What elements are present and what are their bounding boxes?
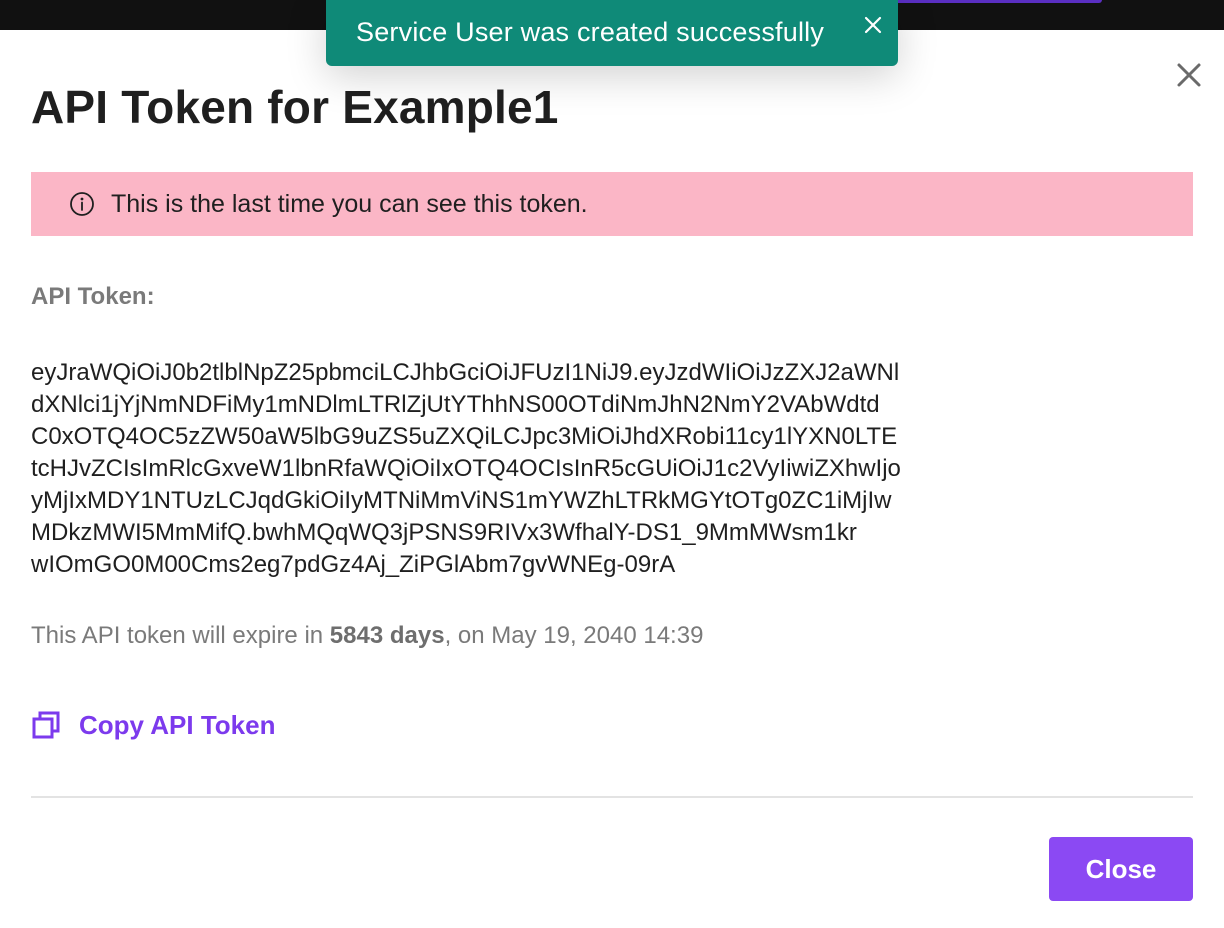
toast-message: Service User was created successfully — [356, 17, 825, 47]
modal-close-icon[interactable] — [1172, 58, 1206, 92]
expiry-text: This API token will expire in 5843 days,… — [31, 622, 703, 650]
token-line: MDkzMWI5MmMifQ.bwhMQqWQ3jPSNS9RIVx3Wfhal… — [31, 519, 857, 546]
token-line: tcHJvZCIsImRlcGxveW1lbnRfaWQiOiIxOTQ4OCI… — [31, 455, 901, 482]
copy-token-button[interactable]: Copy API Token — [31, 706, 275, 744]
copy-token-label: Copy API Token — [79, 709, 276, 740]
close-button[interactable]: Close — [1049, 837, 1193, 901]
footer-divider — [31, 796, 1193, 798]
token-line: yMjIxMDY1NTUzLCJqdGkiOiIyMTNiMmViNS1mYWZ… — [31, 487, 892, 514]
expiry-days: 5843 days — [329, 622, 445, 649]
top-bar-accent — [880, 0, 1102, 3]
token-value: eyJraWQiOiJ0b2tlblNpZ25pbmciLCJhbGciOiJF… — [31, 357, 991, 581]
expiry-suffix: , on May 19, 2040 14:39 — [444, 622, 704, 649]
close-icon — [864, 16, 882, 34]
close-icon — [1177, 63, 1201, 87]
token-line: eyJraWQiOiJ0b2tlblNpZ25pbmciLCJhbGciOiJF… — [31, 359, 900, 386]
expiry-prefix: This API token will expire in — [31, 622, 330, 649]
token-line: wIOmGO0M00Cms2eg7pdGz4Aj_ZiPGlAbm7gvWNEg… — [31, 551, 676, 578]
info-icon — [69, 191, 95, 217]
toast-close-icon[interactable] — [860, 12, 886, 38]
success-toast: Service User was created successfully — [326, 0, 898, 66]
warning-banner: This is the last time you can see this t… — [31, 172, 1193, 236]
token-label: API Token: — [31, 283, 155, 310]
token-line: C0xOTQ4OC5zZW50aW5lbG9uZS5uZXQiLCJpc3MiO… — [31, 423, 898, 450]
token-line: dXNlci1jYjNmNDFiMy1mNDlmLTRlZjUtYThhNS00… — [31, 391, 880, 418]
copy-icon — [31, 710, 61, 740]
warning-text: This is the last time you can see this t… — [111, 189, 588, 218]
modal-title: API Token for Example1 — [31, 81, 559, 133]
